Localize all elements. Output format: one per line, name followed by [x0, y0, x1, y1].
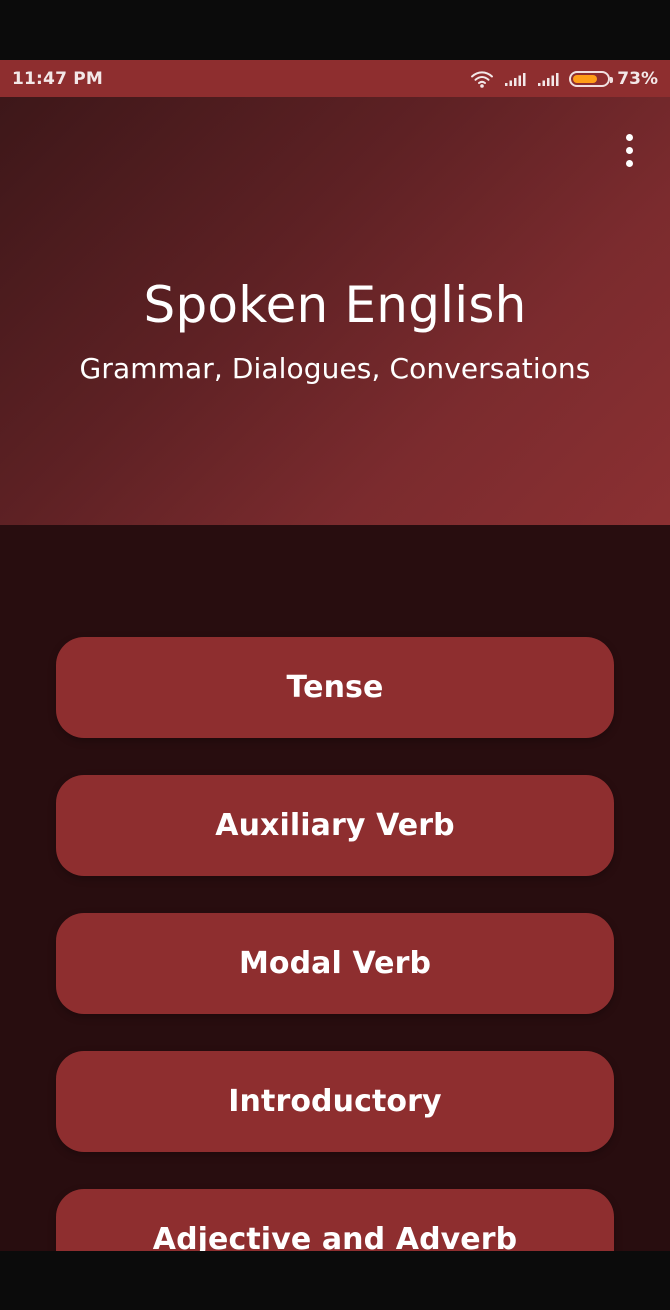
app-header: Spoken English Grammar, Dialogues, Conve…	[0, 97, 670, 525]
topic-button-auxiliary-verb[interactable]: Auxiliary Verb	[56, 775, 614, 876]
topic-button-introductory[interactable]: Introductory	[56, 1051, 614, 1152]
signal-icon	[536, 70, 560, 88]
status-icons: 73%	[470, 69, 658, 89]
more-vertical-icon	[625, 159, 633, 167]
topic-menu: Tense Auxiliary Verb Modal Verb Introduc…	[0, 525, 670, 1251]
app-subtitle: Grammar, Dialogues, Conversations	[79, 352, 591, 385]
battery-status: 73%	[569, 69, 658, 89]
signal-icon	[503, 70, 527, 88]
topic-label: Adjective and Adverb	[152, 1221, 518, 1251]
topic-button-tense[interactable]: Tense	[56, 637, 614, 738]
overflow-menu-button[interactable]	[612, 133, 646, 167]
topic-button-adjective-and-adverb[interactable]: Adjective and Adverb	[56, 1189, 614, 1251]
topic-label: Modal Verb	[238, 945, 432, 981]
phone-screen: 11:47 PM 73% Spoken English Grammar, Dia…	[0, 0, 670, 1310]
battery-percent: 73%	[617, 68, 658, 89]
topic-list: Tense Auxiliary Verb Modal Verb Introduc…	[56, 637, 614, 1251]
topic-button-modal-verb[interactable]: Modal Verb	[56, 913, 614, 1014]
app-title: Spoken English	[143, 276, 527, 334]
topic-label: Tense	[286, 669, 384, 705]
battery-icon	[569, 70, 614, 87]
more-vertical-icon	[625, 133, 633, 141]
status-bar: 11:47 PM 73%	[0, 60, 670, 97]
status-time: 11:47 PM	[12, 68, 104, 89]
topic-label: Auxiliary Verb	[215, 807, 455, 843]
wifi-icon	[470, 70, 494, 88]
topic-label: Introductory	[228, 1083, 442, 1119]
navigation-bar-area	[0, 1251, 670, 1310]
battery-level-fill	[573, 74, 598, 83]
more-vertical-icon	[625, 146, 633, 154]
